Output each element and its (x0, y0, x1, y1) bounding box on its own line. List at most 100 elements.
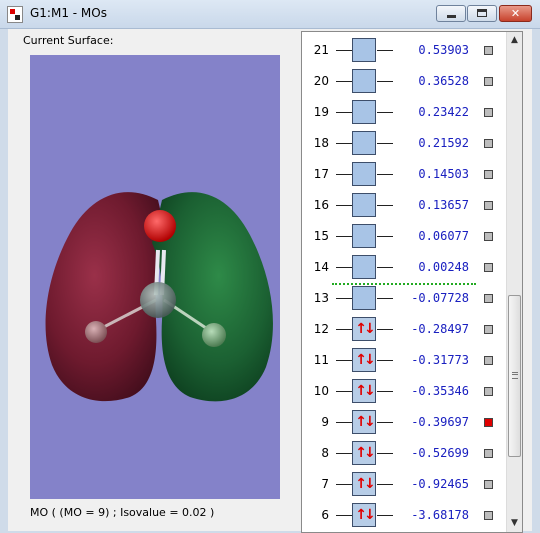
molecule-viewer[interactable] (30, 55, 280, 499)
mo-number: 9 (321, 415, 329, 429)
orbital-energy: 0.00248 (418, 260, 469, 274)
mo-row[interactable]: 8 ↑↓ -0.52699 (302, 438, 502, 469)
mo-row[interactable]: 7 ↑↓ -0.92465 (302, 469, 502, 500)
surface-toggle-checkbox[interactable] (484, 201, 493, 210)
mo-row[interactable]: 19 0.23422 (302, 97, 502, 128)
mo-row[interactable]: 6 ↑↓ -3.68178 (302, 500, 502, 531)
surface-toggle-checkbox[interactable] (484, 480, 493, 489)
surface-toggle-checkbox[interactable] (484, 46, 493, 55)
surface-toggle-checkbox[interactable] (484, 356, 493, 365)
orbital-level-box[interactable]: ↑↓ (352, 379, 376, 403)
orbital-level-box[interactable] (352, 162, 376, 186)
mo-row[interactable]: 10 ↑↓ -0.35346 (302, 376, 502, 407)
orbital-level-box[interactable] (352, 131, 376, 155)
surface-toggle-checkbox[interactable] (484, 387, 493, 396)
level-line-right (377, 112, 393, 113)
orbital-level-box[interactable] (352, 69, 376, 93)
level-line-left (336, 453, 352, 454)
orbital-level-box[interactable]: ↑↓ (352, 441, 376, 465)
hydrogen-atom-right (202, 323, 226, 347)
scrollbar-thumb[interactable] (508, 295, 521, 457)
orbital-energy: 0.13657 (418, 198, 469, 212)
level-line-right (377, 329, 393, 330)
orbital-level-box[interactable]: ↑↓ (352, 503, 376, 527)
mo-row[interactable]: 20 0.36528 (302, 66, 502, 97)
orbital-energy: -0.39697 (411, 415, 469, 429)
mo-number: 16 (313, 198, 329, 212)
scroll-down-arrow-icon[interactable]: ▼ (507, 515, 522, 532)
level-line-right (377, 174, 393, 175)
orbital-level-box[interactable]: ↑↓ (352, 348, 376, 372)
orbital-level-box[interactable]: ↑↓ (352, 317, 376, 341)
orbital-energy: 0.06077 (418, 229, 469, 243)
level-line-right (377, 143, 393, 144)
orbital-energy: 0.14503 (418, 167, 469, 181)
orbital-energy: 0.36528 (418, 74, 469, 88)
scroll-up-arrow-icon[interactable]: ▲ (507, 32, 522, 49)
level-line-right (377, 267, 393, 268)
level-line-right (377, 50, 393, 51)
level-line-left (336, 112, 352, 113)
orbital-level-box[interactable]: ↑↓ (352, 472, 376, 496)
mo-row[interactable]: 12 ↑↓ -0.28497 (302, 314, 502, 345)
orbital-level-box[interactable] (352, 224, 376, 248)
app-icon[interactable] (7, 6, 23, 23)
oxygen-atom (144, 210, 176, 242)
mo-number: 11 (313, 353, 329, 367)
close-icon: ✕ (510, 7, 521, 20)
surface-toggle-checkbox[interactable] (484, 418, 493, 427)
mo-list-scrollbar[interactable]: ▲ ▼ (506, 32, 522, 532)
level-line-left (336, 205, 352, 206)
mo-row[interactable]: 17 0.14503 (302, 159, 502, 190)
level-line-left (336, 174, 352, 175)
mo-row[interactable]: 14 0.00248 (302, 252, 502, 283)
surface-toggle-checkbox[interactable] (484, 449, 493, 458)
orbital-level-box[interactable] (352, 255, 376, 279)
mo-row[interactable]: 9 ↑↓ -0.39697 (302, 407, 502, 438)
minimize-button[interactable] (436, 5, 466, 22)
mo-number: 8 (321, 446, 329, 460)
level-line-right (377, 391, 393, 392)
electron-pair-icon: ↑↓ (355, 352, 375, 368)
mo-row[interactable]: 11 ↑↓ -0.31773 (302, 345, 502, 376)
surface-toggle-checkbox[interactable] (484, 108, 493, 117)
level-line-left (336, 484, 352, 485)
mo-energy-list[interactable]: 21 0.53903 20 0.36528 19 0.23422 18 0.21592 17 0.… (301, 31, 523, 533)
surface-toggle-checkbox[interactable] (484, 232, 493, 241)
orbital-energy: -3.68178 (411, 508, 469, 522)
surface-toggle-checkbox[interactable] (484, 294, 493, 303)
level-line-left (336, 298, 352, 299)
surface-toggle-checkbox[interactable] (484, 511, 493, 520)
mo-row[interactable]: 13 -0.07728 (302, 283, 502, 314)
mo-row[interactable]: 15 0.06077 (302, 221, 502, 252)
orbital-level-box[interactable] (352, 286, 376, 310)
level-line-right (377, 360, 393, 361)
orbital-energy: 0.53903 (418, 43, 469, 57)
surface-toggle-checkbox[interactable] (484, 263, 493, 272)
orbital-energy: -0.07728 (411, 291, 469, 305)
surface-toggle-checkbox[interactable] (484, 139, 493, 148)
minimize-icon (447, 15, 456, 18)
orbital-level-box[interactable] (352, 193, 376, 217)
orbital-energy: 0.21592 (418, 136, 469, 150)
orbital-level-box[interactable]: ↑↓ (352, 410, 376, 434)
orbital-level-box[interactable] (352, 38, 376, 62)
level-line-left (336, 422, 352, 423)
orbital-energy: -0.52699 (411, 446, 469, 460)
close-button[interactable]: ✕ (499, 5, 532, 22)
mo-number: 13 (313, 291, 329, 305)
orbital-level-box[interactable] (352, 100, 376, 124)
mo-number: 19 (313, 105, 329, 119)
surface-toggle-checkbox[interactable] (484, 77, 493, 86)
surface-toggle-checkbox[interactable] (484, 170, 493, 179)
title-bar[interactable]: G1:M1 - MOs ✕ (0, 0, 540, 29)
mo-row[interactable]: 18 0.21592 (302, 128, 502, 159)
maximize-button[interactable] (467, 5, 497, 22)
level-line-right (377, 236, 393, 237)
mo-row[interactable]: 16 0.13657 (302, 190, 502, 221)
mo-row[interactable]: 21 0.53903 (302, 35, 502, 66)
electron-pair-icon: ↑↓ (355, 476, 375, 492)
surface-toggle-checkbox[interactable] (484, 325, 493, 334)
level-line-right (377, 515, 393, 516)
orbital-energy: -0.31773 (411, 353, 469, 367)
